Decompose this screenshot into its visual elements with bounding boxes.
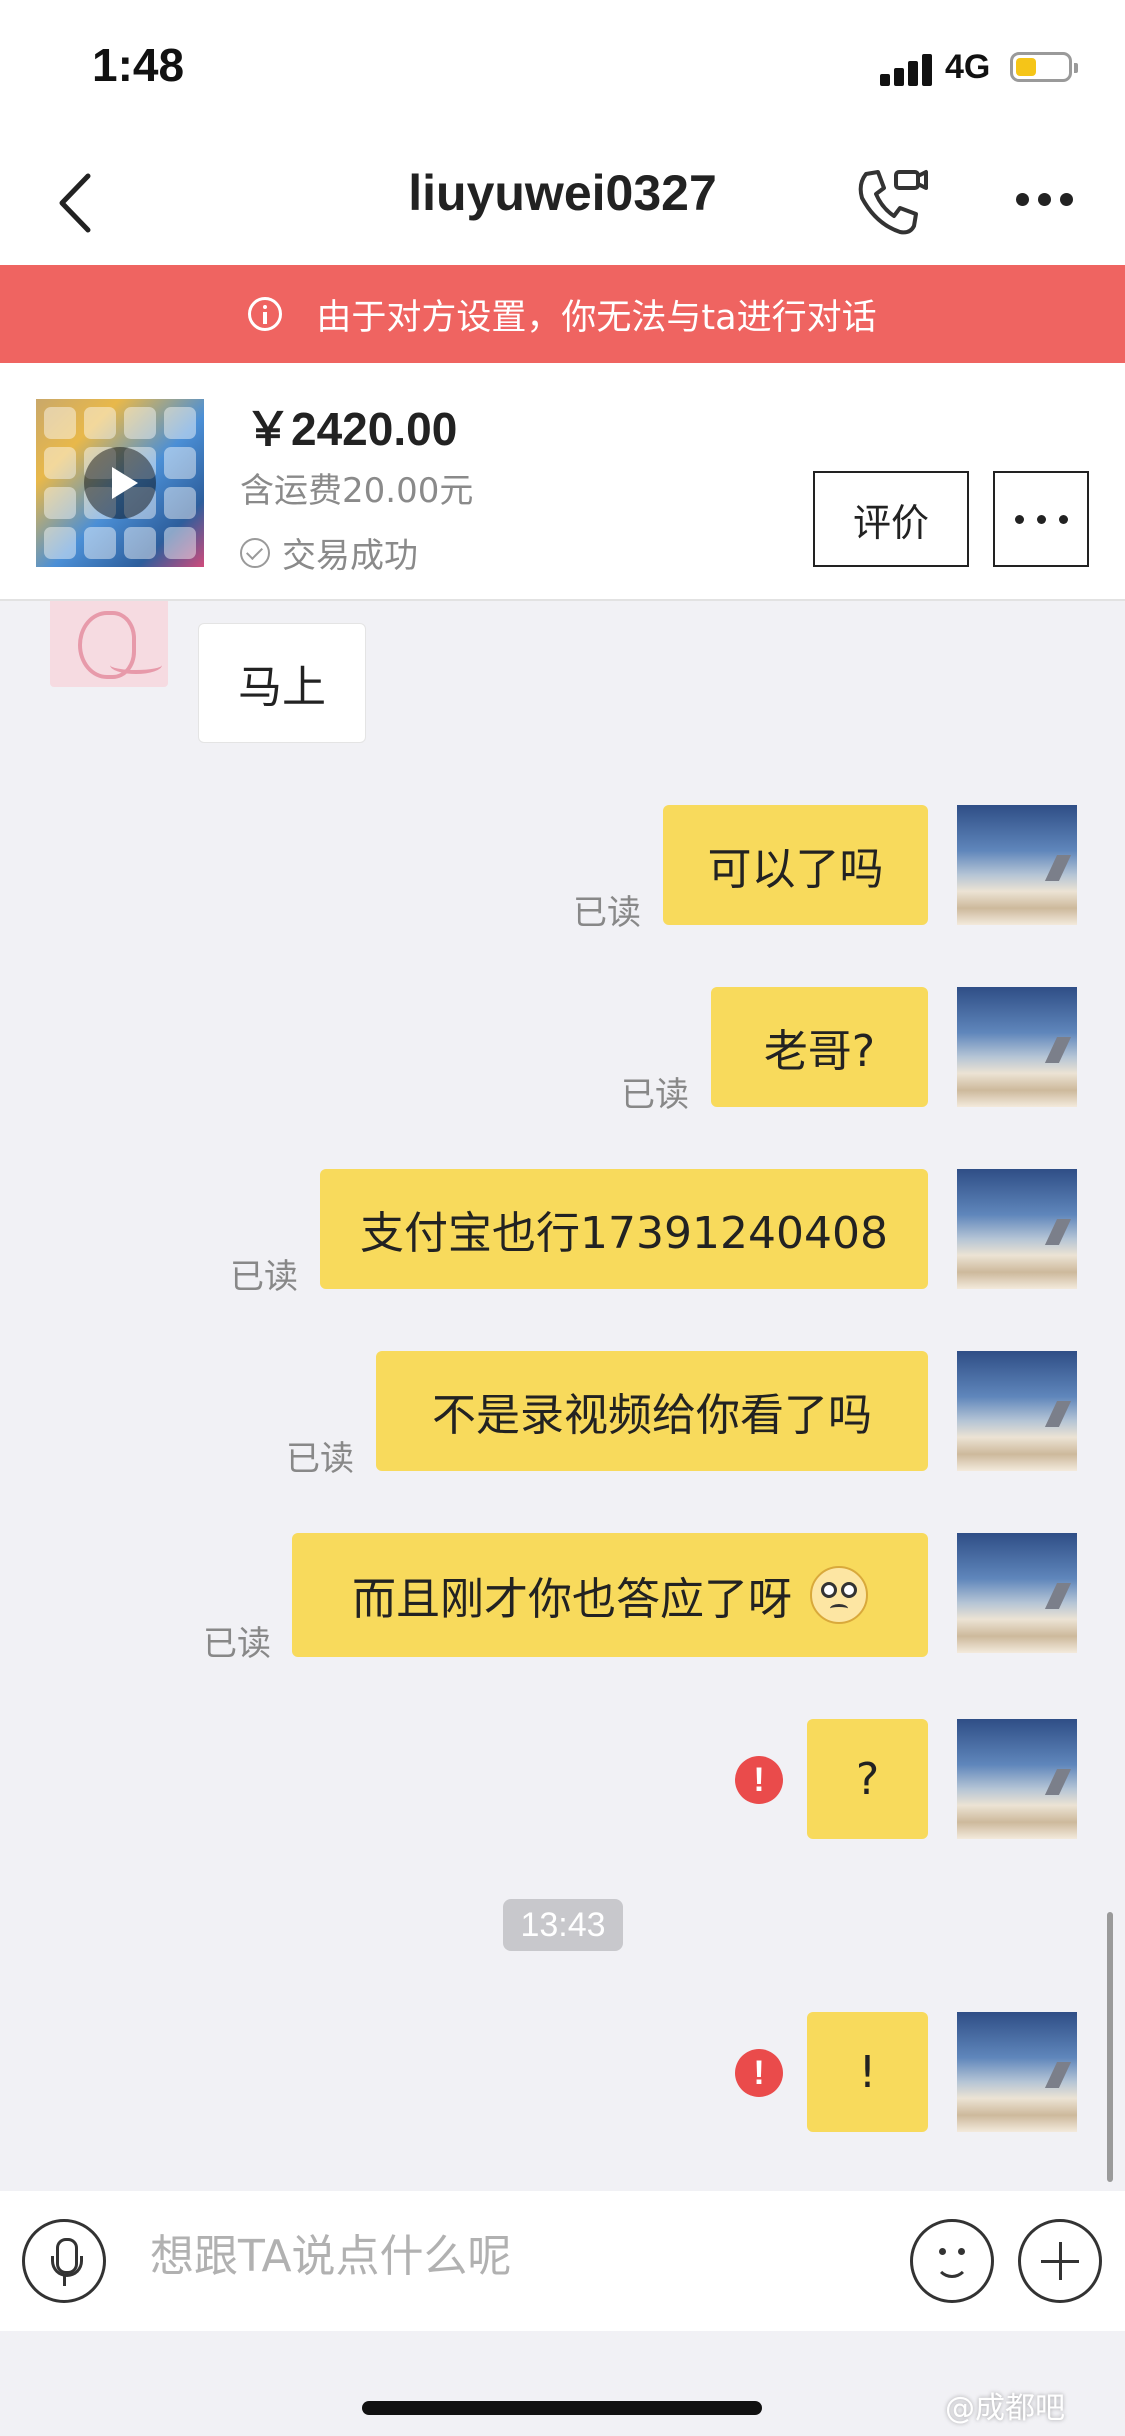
- my-avatar[interactable]: [957, 1351, 1077, 1471]
- message-bubble-incoming[interactable]: 马上: [198, 623, 366, 743]
- network-type: 4G: [945, 48, 991, 86]
- rate-button[interactable]: 评价: [813, 471, 969, 567]
- bottom-area: @成都吧: [0, 2331, 1125, 2436]
- my-avatar[interactable]: [957, 2012, 1077, 2132]
- info-icon: [248, 297, 283, 331]
- page-title: liuyuwei0327: [408, 165, 717, 221]
- send-failed-icon[interactable]: !: [735, 2049, 783, 2097]
- more-dots-icon[interactable]: [1010, 190, 1080, 210]
- my-avatar[interactable]: [957, 1533, 1077, 1653]
- shipping-fee: 含运费20.00元: [240, 471, 474, 511]
- message-bubble-outgoing[interactable]: 而且刚才你也答应了呀: [292, 1533, 928, 1657]
- warning-banner: 由于对方设置，你无法与ta进行对话: [0, 265, 1125, 363]
- contact-avatar[interactable]: [50, 601, 168, 687]
- read-receipt: 已读: [286, 1439, 354, 1479]
- chat-scrollbar[interactable]: [1107, 1912, 1113, 2182]
- product-card[interactable]: ￥2420.00 含运费20.00元 交易成功 评价: [0, 363, 1125, 601]
- add-icon[interactable]: [1018, 2219, 1102, 2303]
- message-bubble-outgoing[interactable]: !: [807, 2012, 928, 2132]
- product-thumbnail[interactable]: [36, 399, 204, 567]
- home-indicator[interactable]: [362, 2401, 762, 2415]
- product-price: ￥2420.00: [245, 403, 458, 455]
- trade-status: 交易成功: [240, 528, 418, 577]
- nav-bar: liuyuwei0327: [0, 140, 1125, 265]
- microphone-icon[interactable]: [22, 2219, 106, 2303]
- play-icon[interactable]: [84, 447, 156, 519]
- status-bar: 1:48 4G: [0, 0, 1125, 140]
- product-more-button[interactable]: [993, 471, 1089, 567]
- status-time: 1:48: [92, 39, 185, 91]
- signal-icon: [880, 52, 936, 86]
- message-bubble-outgoing[interactable]: ?: [807, 1719, 928, 1839]
- message-input[interactable]: [150, 2231, 850, 2282]
- banner-text: 由于对方设置，你无法与ta进行对话: [316, 297, 877, 338]
- send-failed-icon[interactable]: !: [735, 1756, 783, 1804]
- my-avatar[interactable]: [957, 805, 1077, 925]
- trade-status-label: 交易成功: [282, 536, 418, 576]
- message-bubble-outgoing[interactable]: 支付宝也行17391240408: [320, 1169, 928, 1289]
- message-bubble-outgoing[interactable]: 不是录视频给你看了吗: [376, 1351, 928, 1471]
- chat-timestamp: 13:43: [503, 1899, 623, 1951]
- battery-icon: [1010, 52, 1078, 82]
- input-bar: [0, 2191, 1125, 2331]
- message-bubble-outgoing[interactable]: 可以了吗: [663, 805, 928, 925]
- message-text: 而且刚才你也答应了呀: [352, 1574, 792, 1625]
- read-receipt: 已读: [621, 1075, 689, 1115]
- emoji-icon[interactable]: [910, 2219, 994, 2303]
- worried-face-icon: [810, 1566, 868, 1624]
- watermark: @成都吧: [945, 2391, 1065, 2426]
- read-receipt: 已读: [230, 1257, 298, 1297]
- read-receipt: 已读: [573, 893, 641, 933]
- read-receipt: 已读: [203, 1624, 271, 1664]
- phone-video-icon[interactable]: [852, 162, 932, 242]
- check-circle-icon: [240, 537, 270, 568]
- message-bubble-outgoing[interactable]: 老哥?: [711, 987, 928, 1107]
- my-avatar[interactable]: [957, 1169, 1077, 1289]
- my-avatar[interactable]: [957, 1719, 1077, 1839]
- my-avatar[interactable]: [957, 987, 1077, 1107]
